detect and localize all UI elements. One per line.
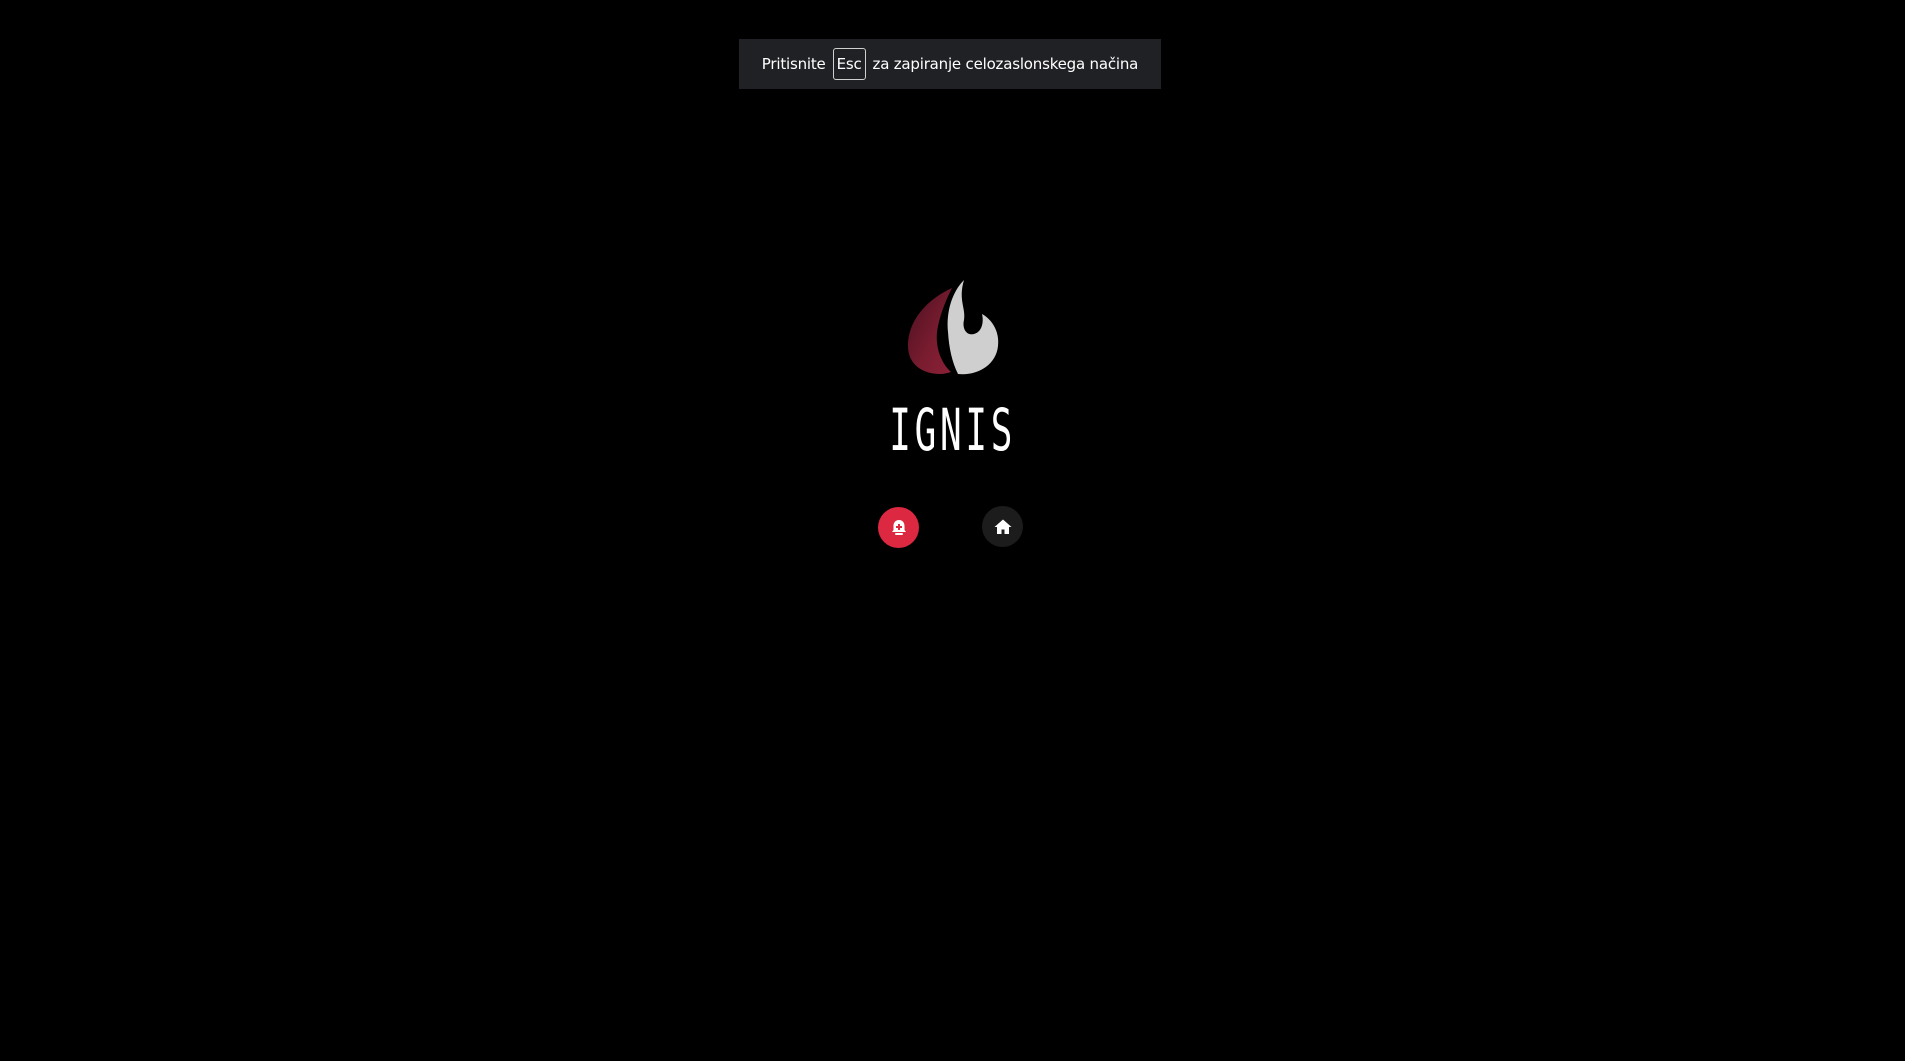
home-icon	[994, 519, 1011, 534]
fullscreen-stage: Pritisnite Esc za zapiranje celozaslonsk…	[0, 0, 1905, 1061]
notice-prefix: Pritisnite	[761, 55, 826, 73]
alarm-bell-icon	[891, 519, 906, 535]
notice-suffix: za zapiranje celozaslonskega načina	[872, 55, 1139, 73]
alarm-button[interactable]	[878, 507, 919, 548]
fullscreen-exit-notice: Pritisnite Esc za zapiranje celozaslonsk…	[739, 39, 1161, 89]
ignis-flame-logo	[908, 280, 999, 375]
brand-wordmark: IGNIS	[889, 396, 1017, 464]
esc-key-badge: Esc	[832, 48, 866, 80]
home-button[interactable]	[982, 506, 1023, 547]
